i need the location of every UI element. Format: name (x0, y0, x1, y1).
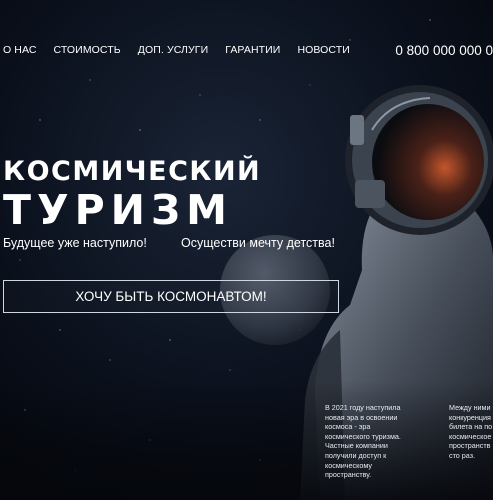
info-line: новая эра в освоении (325, 412, 398, 422)
nav-about[interactable]: О НАС (3, 44, 37, 56)
info-line: сто раз. (449, 450, 476, 460)
space-background-image (0, 0, 493, 500)
info-line: получили доступ к (325, 450, 387, 460)
info-line: Между ними (449, 403, 491, 412)
info-line: билета на по (449, 422, 493, 432)
tagline-right: Осуществи мечту детства! (181, 236, 335, 250)
info-line: Частные компании (325, 441, 388, 451)
nav-cost[interactable]: СТОИМОСТЬ (54, 44, 121, 56)
hero-title-line2: ТУРИЗМ (3, 186, 233, 234)
nav-extra-services[interactable]: ДОП. УСЛУГИ (138, 44, 208, 56)
info-line: космического туризма. (325, 431, 401, 441)
info-line: космическое (449, 431, 492, 441)
main-nav: О НАС СТОИМОСТЬ ДОП. УСЛУГИ ГАРАНТИИ НОВ… (3, 44, 367, 56)
nav-news[interactable]: НОВОСТИ (297, 44, 349, 56)
nav-guarantees[interactable]: ГАРАНТИИ (225, 44, 280, 56)
become-cosmonaut-button[interactable]: ХОЧУ БЫТЬ КОСМОНАВТОМ! (3, 280, 339, 313)
info-line: В 2021 году наступила (325, 403, 401, 412)
info-line: конкуренция (449, 412, 491, 422)
info-block-2: Между ними конкуренция билета на по косм… (449, 403, 493, 461)
info-block-1: В 2021 году наступила новая эра в освоен… (325, 403, 415, 480)
info-line: пространству. (325, 470, 372, 480)
tagline-left: Будущее уже наступило! (3, 236, 147, 250)
info-line: космическому (325, 460, 372, 470)
info-line: пространств (449, 441, 491, 451)
hero-title-line1: КОСМИЧЕСКИЙ (3, 156, 262, 187)
info-line: космоса - эра (325, 422, 371, 432)
phone-number[interactable]: 0 800 000 000 0 (395, 43, 493, 58)
hero-title: КОСМИЧЕСКИЙ ТУРИЗМ (3, 150, 343, 234)
